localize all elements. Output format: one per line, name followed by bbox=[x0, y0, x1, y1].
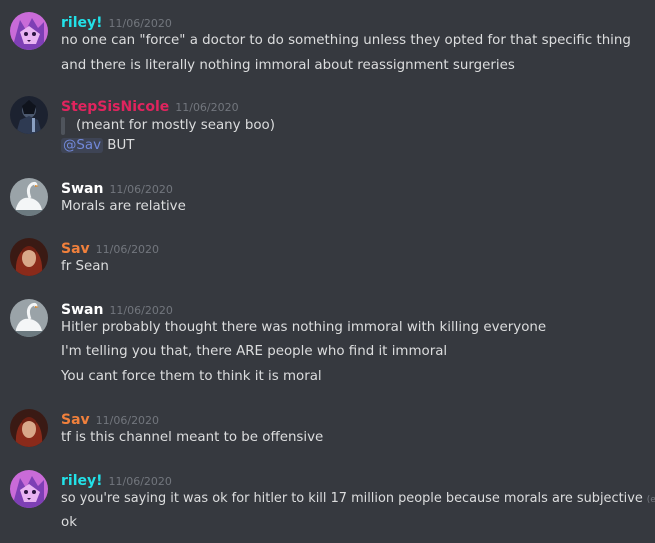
message-text: ok bbox=[61, 515, 77, 530]
message-text: Hitler probably thought there was nothin… bbox=[61, 320, 547, 335]
timestamp: 11/06/2020 bbox=[95, 243, 160, 256]
timestamp: 11/06/2020 bbox=[108, 475, 172, 488]
message-header: Sav 11/06/2020 bbox=[61, 409, 159, 429]
purple-wolf-avatar-icon[interactable] bbox=[10, 12, 48, 50]
message-text-content: so you're saying it was ok for hitler to… bbox=[61, 491, 643, 506]
timestamp: 11/06/2020 bbox=[109, 183, 173, 196]
user-mention[interactable]: @Sav bbox=[61, 138, 104, 153]
timestamp: 11/06/2020 bbox=[95, 414, 160, 427]
message-header: Swan 11/06/2020 bbox=[61, 178, 173, 198]
username[interactable]: riley! bbox=[61, 15, 103, 31]
message-text: I'm telling you that, there ARE people w… bbox=[61, 344, 448, 359]
message-text: Morals are relative bbox=[61, 199, 186, 214]
message-text: fr Sean bbox=[61, 259, 109, 274]
timestamp: 11/06/2020 bbox=[109, 304, 173, 317]
white-swan-avatar-icon[interactable] bbox=[10, 178, 48, 216]
timestamp: 11/06/2020 bbox=[108, 17, 172, 30]
white-swan-avatar-icon[interactable] bbox=[10, 299, 48, 337]
message-header: Sav 11/06/2020 bbox=[61, 238, 159, 258]
message-text-after-mention: BUT bbox=[107, 138, 135, 153]
message-header: riley! 11/06/2020 bbox=[61, 470, 172, 490]
red-hair-avatar-icon[interactable] bbox=[10, 238, 48, 276]
message-text: You cant force them to think it is moral bbox=[61, 369, 322, 384]
message-text: @Sav BUT bbox=[61, 136, 134, 156]
purple-wolf-avatar-icon[interactable] bbox=[10, 470, 48, 508]
edited-label: (edited) bbox=[646, 495, 655, 505]
dark-figure-avatar-icon[interactable] bbox=[10, 96, 48, 134]
red-hair-avatar-icon[interactable] bbox=[10, 409, 48, 447]
message-header: Swan 11/06/2020 bbox=[61, 299, 173, 319]
message-text: tf is this channel meant to be offensive bbox=[61, 430, 324, 445]
username[interactable]: StepSisNicole bbox=[61, 99, 169, 115]
username[interactable]: Swan bbox=[61, 302, 103, 318]
message-text: and there is literally nothing immoral a… bbox=[61, 58, 515, 73]
timestamp: 11/06/2020 bbox=[175, 101, 239, 114]
username[interactable]: Swan bbox=[61, 181, 103, 197]
quote-bar bbox=[61, 117, 65, 135]
message-text: so you're saying it was ok for hitler to… bbox=[61, 489, 655, 510]
quote-text: (meant for mostly seany boo) bbox=[76, 118, 275, 133]
username[interactable]: riley! bbox=[61, 473, 103, 489]
username[interactable]: Sav bbox=[61, 241, 90, 257]
username[interactable]: Sav bbox=[61, 412, 90, 428]
message-header: riley! 11/06/2020 bbox=[61, 12, 172, 32]
message-header: StepSisNicole 11/06/2020 bbox=[61, 96, 239, 116]
message-text: no one can "force" a doctor to do someth… bbox=[61, 33, 631, 48]
